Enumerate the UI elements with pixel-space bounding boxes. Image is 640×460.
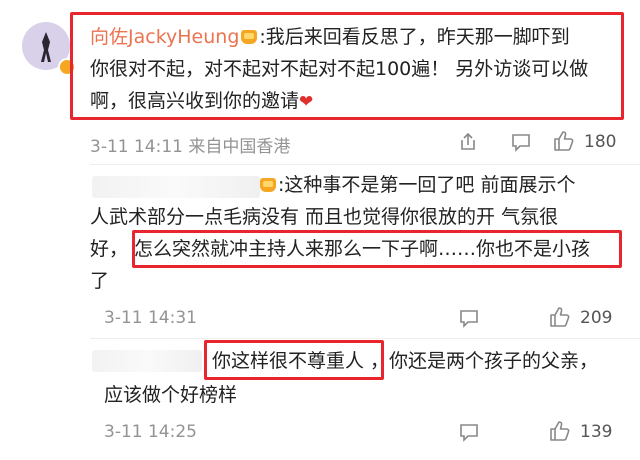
reply-1-time: 3-11 14:31 — [104, 308, 197, 328]
heart-icon: ❤ — [299, 92, 314, 112]
comment-line-1: 向佐JackyHeung:我后来回看反思了，昨天那一脚吓到 — [90, 26, 570, 48]
blurred-username — [92, 176, 260, 198]
comment-line-2: 你很对不起，对不起对不起对不起100遍！ 另外访谈可以做 — [90, 58, 589, 80]
like-icon[interactable] — [552, 130, 574, 152]
reply-1-line-3: 好， 怎么突然就冲主持人来那么一下子啊……你也不是小孩 — [90, 238, 591, 260]
divider — [90, 338, 640, 339]
comment-line-3: 啊，很高兴收到你的邀请❤ — [90, 90, 314, 112]
comment-time: 3-11 14:11 — [90, 137, 183, 157]
like-icon[interactable] — [548, 420, 570, 442]
blurred-username — [92, 350, 202, 372]
share-icon[interactable] — [458, 132, 478, 152]
author-name[interactable]: 向佐JackyHeung — [90, 26, 239, 48]
like-count: 209 — [580, 308, 613, 328]
reply-2-line-1: 你这样很不尊重人 ，你还是两个孩子的父亲， — [212, 350, 599, 372]
reply-1-line-2: 人武术部分一点毛病没有 而且也觉得你很放的开 气氛很 — [90, 206, 559, 228]
divider — [90, 164, 640, 165]
reply-icon[interactable] — [458, 308, 480, 328]
crown-badge-icon — [260, 178, 276, 192]
reply-2-line-2: 应该做个好榜样 — [104, 384, 238, 406]
crown-badge-icon — [241, 30, 258, 44]
like-icon[interactable] — [548, 306, 570, 328]
like-count: 139 — [580, 422, 613, 442]
like-count: 180 — [584, 132, 617, 152]
reply-icon[interactable] — [458, 422, 480, 442]
comment-source: 来自中国香港 — [188, 137, 291, 157]
comment-meta: 3-11 14:11 来自中国香港 — [90, 132, 290, 157]
reply-2-time: 3-11 14:25 — [104, 422, 197, 442]
reply-1-line-1: :这种事不是第一回了吧 前面展示个 — [258, 172, 575, 200]
reply-icon[interactable] — [510, 132, 532, 152]
reply-1-line-4: 了 — [90, 270, 110, 292]
